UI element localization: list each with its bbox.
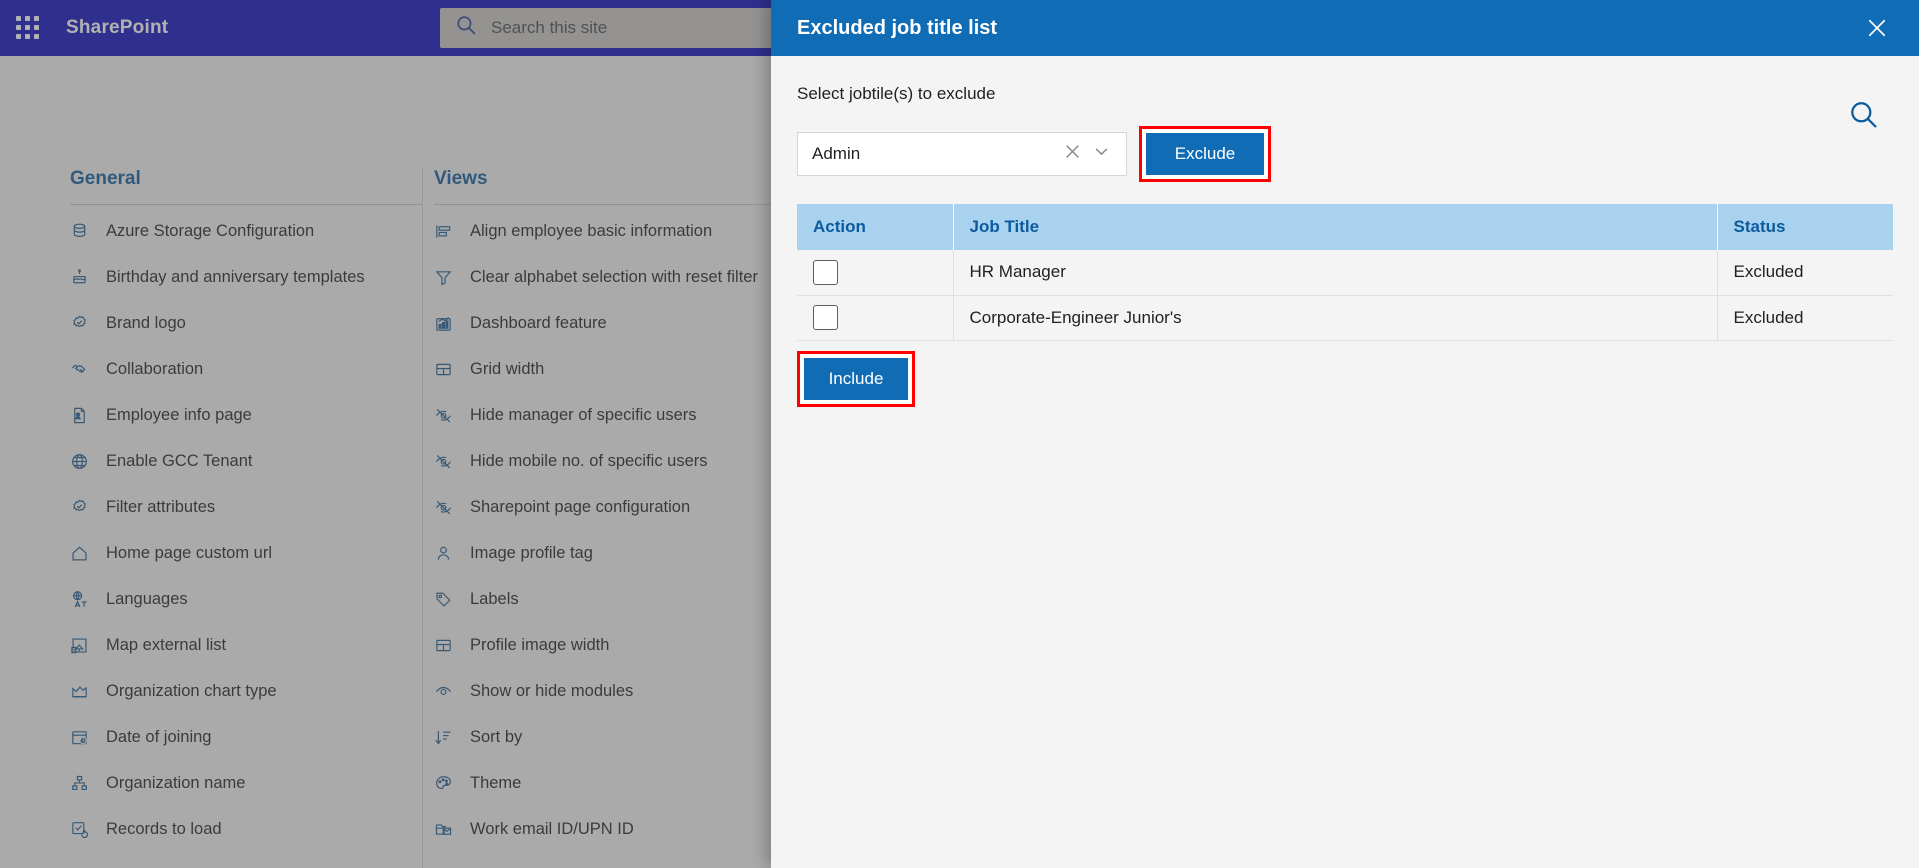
- panel-controls: Admin Exclude: [797, 126, 1919, 182]
- column-header-action: Action: [797, 204, 954, 250]
- exclude-button-highlight: Exclude: [1139, 126, 1271, 182]
- panel-title: Excluded job title list: [797, 16, 998, 39]
- panel-header: Excluded job title list: [771, 0, 1919, 56]
- cell-action: [797, 295, 954, 341]
- table-header-row: Action Job Title Status: [797, 204, 1893, 250]
- panel-search-icon[interactable]: [1849, 100, 1879, 135]
- cell-status: Excluded: [1717, 295, 1893, 341]
- panel-subtitle: Select jobtile(s) to exclude: [797, 84, 996, 103]
- include-button-highlight: Include: [797, 350, 915, 407]
- cell-job-title: HR Manager: [953, 250, 1718, 296]
- row-checkbox[interactable]: [813, 259, 838, 285]
- column-header-status: Status: [1717, 204, 1893, 250]
- clear-icon[interactable]: [1058, 143, 1087, 165]
- job-title-combobox-value: Admin: [812, 144, 861, 163]
- chevron-down-icon[interactable]: [1087, 143, 1116, 165]
- cell-job-title: Corporate-Engineer Junior's: [953, 295, 1718, 341]
- cell-status: Excluded: [1717, 250, 1893, 296]
- cell-action: [797, 250, 954, 296]
- column-header-job-title: Job Title: [953, 204, 1718, 250]
- screen: Search Employee Directory Settings Gener…: [0, 0, 1919, 868]
- close-icon[interactable]: [1859, 10, 1895, 46]
- table-row: Corporate-Engineer Junior's Excluded: [797, 295, 1893, 341]
- exclude-button[interactable]: Exclude: [1146, 133, 1264, 175]
- include-button[interactable]: Include: [804, 357, 908, 400]
- table-row: HR Manager Excluded: [797, 250, 1893, 296]
- excluded-job-title-table: Action Job Title Status HR Manager Exclud…: [797, 204, 1893, 341]
- row-checkbox[interactable]: [813, 305, 838, 330]
- excluded-job-title-panel: Excluded job title list Select jobtile(s…: [771, 0, 1919, 868]
- job-title-combobox[interactable]: Admin: [797, 132, 1127, 176]
